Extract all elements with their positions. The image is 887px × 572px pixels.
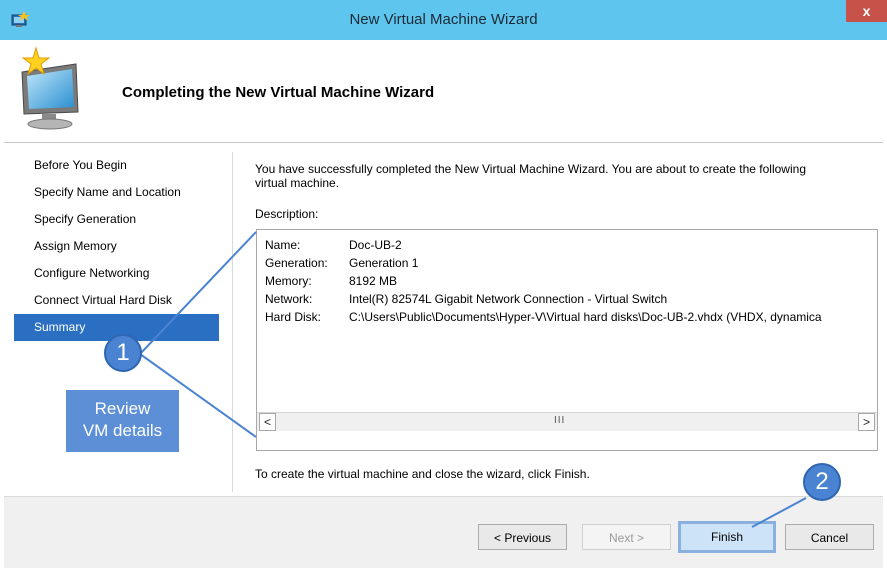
scroll-right-button[interactable]: > (858, 413, 875, 431)
detail-row-network: Network: Intel(R) 82574L Gigabit Network … (265, 290, 822, 308)
scroll-thumb-grip[interactable]: III (554, 415, 565, 426)
callout-line-2: VM details (82, 421, 163, 440)
finish-button[interactable]: Finish (678, 521, 776, 553)
detail-value: Intel(R) 82574L Gigabit Network Connecti… (349, 292, 668, 306)
scroll-left-button[interactable]: < (259, 413, 276, 431)
next-button: Next > (582, 524, 671, 550)
detail-value: Generation 1 (349, 256, 419, 270)
detail-value: Doc-UB-2 (349, 238, 402, 252)
previous-button[interactable]: < Previous (478, 524, 567, 550)
window-title: New Virtual Machine Wizard (349, 11, 538, 28)
nav-item-connect-virtual-hard-disk[interactable]: Connect Virtual Hard Disk (14, 287, 219, 314)
callout-line-1: Review (94, 399, 151, 418)
wizard-content: Completing the New Virtual Machine Wizar… (4, 40, 883, 568)
review-callout: Review VM details (66, 390, 179, 452)
detail-key: Name: (265, 238, 301, 252)
vm-details-list: Name: Doc-UB-2 Generation: Generation 1 Me… (265, 236, 822, 326)
close-button[interactable]: x (846, 0, 887, 22)
detail-row-hard-disk: Hard Disk: C:\Users\Public\Documents\Hype… (265, 308, 822, 326)
cancel-button[interactable]: Cancel (785, 524, 874, 550)
detail-key: Memory: (265, 274, 312, 288)
nav-item-configure-networking[interactable]: Configure Networking (14, 260, 219, 287)
wizard-steps-nav: Before You Begin Specify Name and Locati… (14, 152, 219, 341)
detail-value: C:\Users\Public\Documents\Hyper-V\Virtua… (349, 310, 822, 324)
nav-item-before-you-begin[interactable]: Before You Begin (14, 152, 219, 179)
step-badge-1: 1 (104, 334, 142, 372)
finish-instruction-text: To create the virtual machine and close … (255, 467, 590, 481)
detail-key: Hard Disk: (265, 310, 322, 324)
horizontal-scrollbar[interactable]: < III > (257, 412, 877, 431)
new-computer-star-icon (21, 46, 79, 130)
detail-row-generation: Generation: Generation 1 (265, 254, 822, 272)
detail-value: 8192 MB (349, 274, 398, 288)
detail-key: Network: (265, 292, 313, 306)
description-label: Description: (255, 207, 319, 221)
wizard-header: Completing the New Virtual Machine Wizar… (4, 40, 883, 140)
detail-row-memory: Memory: 8192 MB (265, 272, 822, 290)
nav-item-specify-name-location[interactable]: Specify Name and Location (14, 179, 219, 206)
detail-row-name: Name: Doc-UB-2 (265, 236, 822, 254)
nav-item-assign-memory[interactable]: Assign Memory (14, 233, 219, 260)
description-box[interactable]: Name: Doc-UB-2 Generation: Generation 1 Me… (256, 229, 878, 451)
wizard-window: New Virtual Machine Wizard x Completing … (0, 0, 887, 572)
header-divider (4, 142, 883, 143)
detail-key: Generation: (265, 256, 328, 270)
title-bar[interactable]: New Virtual Machine Wizard x (0, 0, 887, 40)
step-badge-2: 2 (803, 463, 841, 501)
nav-item-specify-generation[interactable]: Specify Generation (14, 206, 219, 233)
wizard-page-title: Completing the New Virtual Machine Wizar… (122, 84, 435, 101)
summary-intro-text: You have successfully completed the New … (255, 162, 806, 190)
nav-divider (232, 152, 233, 492)
